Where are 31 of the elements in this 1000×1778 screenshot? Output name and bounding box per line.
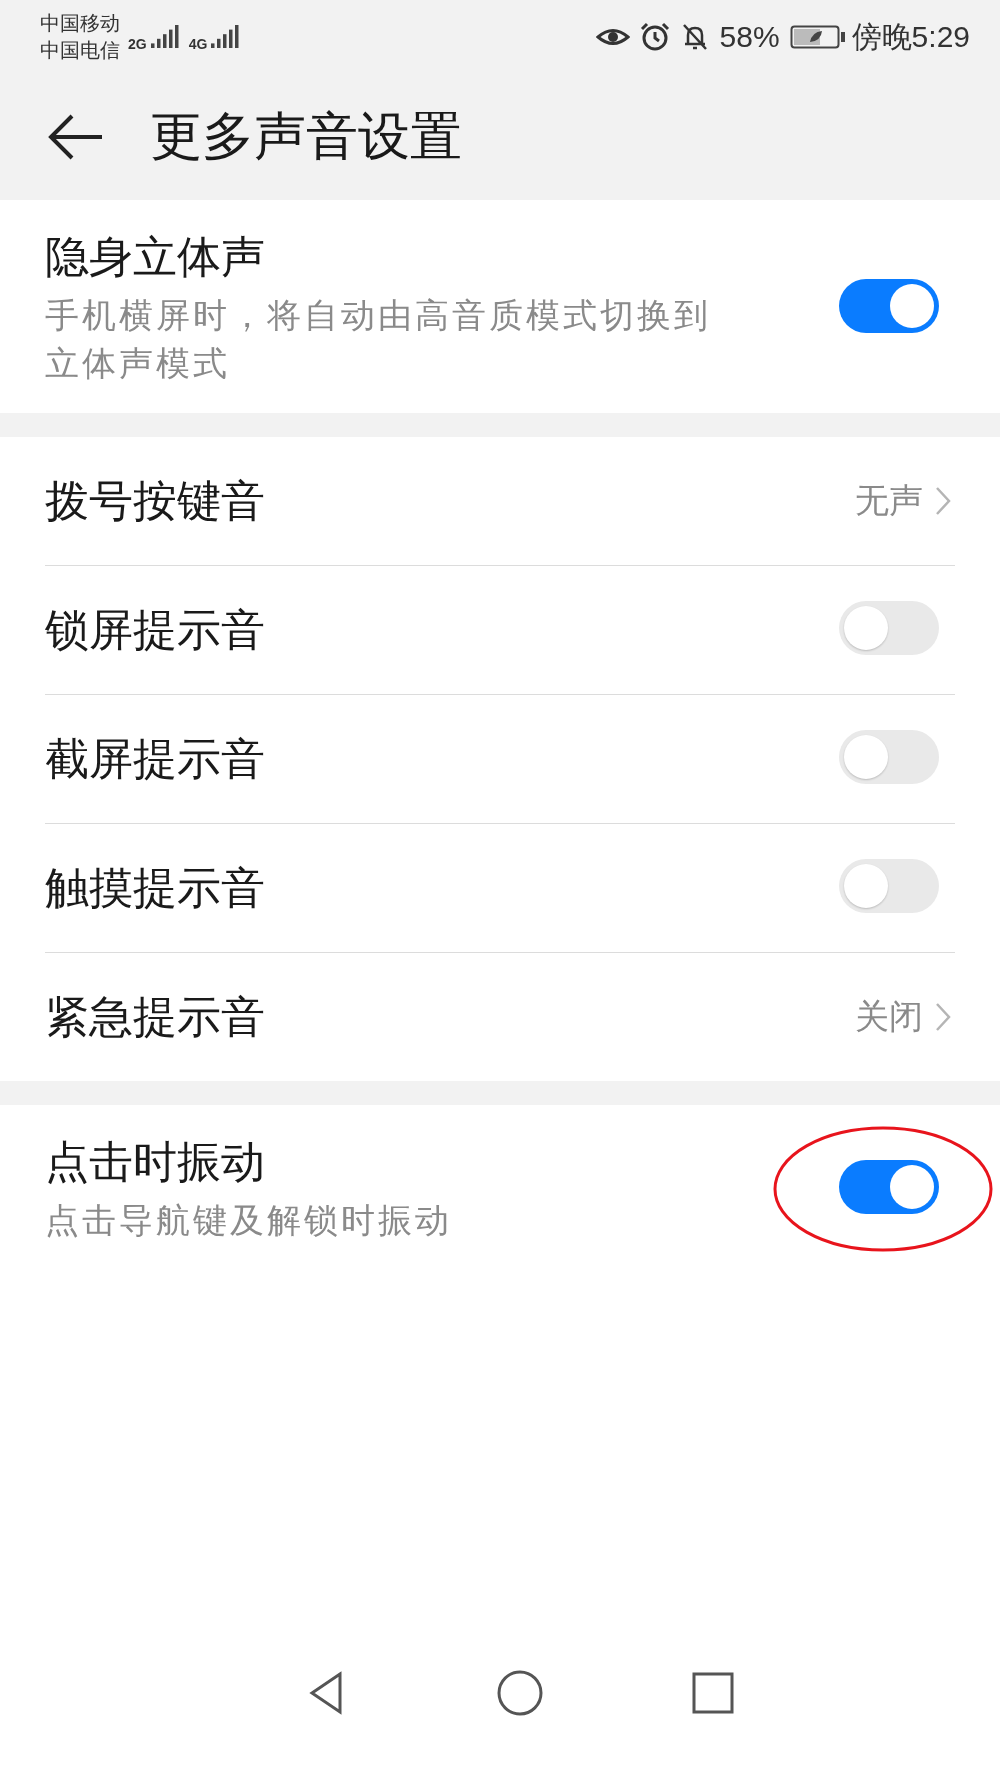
value-link[interactable]: 无声 <box>855 478 951 524</box>
chevron-right-icon <box>935 486 951 516</box>
setting-title: 点击时振动 <box>45 1136 266 1188</box>
toggle-switch[interactable] <box>839 601 939 655</box>
toggle-switch[interactable] <box>839 278 939 333</box>
battery-percent: 58% <box>719 20 780 54</box>
back-button[interactable] <box>48 112 104 162</box>
chevron-right-icon <box>935 1002 951 1032</box>
network-type: 2G <box>128 36 147 52</box>
carrier-name: 中国移动 <box>40 11 120 36</box>
battery-icon <box>789 23 846 51</box>
network-type: 4G <box>188 36 208 52</box>
setting-title: 拨号按键音 <box>45 474 266 527</box>
toggle-switch[interactable] <box>839 1159 939 1214</box>
signal-icon <box>150 24 181 50</box>
toggle-switch[interactable] <box>839 730 939 784</box>
setting-title: 截屏提示音 <box>45 732 266 785</box>
setting-title: 隐身立体声 <box>45 231 266 283</box>
signal-icon <box>211 24 242 50</box>
setting-title: 紧急提示音 <box>45 990 266 1043</box>
alarm-icon <box>639 22 670 52</box>
clock-time: 傍晚5:29 <box>851 18 970 55</box>
setting-title: 锁屏提示音 <box>45 603 266 656</box>
toggle-switch[interactable] <box>839 859 939 913</box>
carrier-name: 中国电信 <box>40 38 120 63</box>
value-link[interactable]: 关闭 <box>855 994 951 1040</box>
setting-title: 触摸提示音 <box>45 861 266 914</box>
home-nav-button[interactable] <box>495 1668 545 1718</box>
page-title: 更多声音设置 <box>150 106 462 167</box>
setting-description: 点击导航键及解锁时振动 <box>45 1200 453 1241</box>
setting-description: 手机横屏时，将自动由高音质模式切换到立体声模式 <box>45 295 712 384</box>
